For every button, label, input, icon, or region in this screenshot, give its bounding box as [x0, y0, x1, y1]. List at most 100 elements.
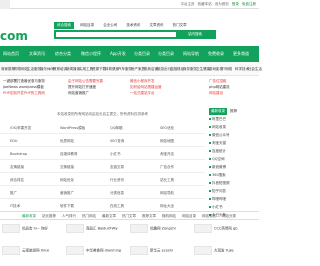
nav-item[interactable]: 综合分类: [55, 51, 71, 57]
grid-cell[interactable]: SEO优化: [160, 126, 174, 131]
footer-tab[interactable]: 随机网站: [162, 214, 176, 219]
top-link-sethome[interactable]: 设为首页: [215, 2, 229, 6]
grid-cell[interactable]: 网站优化: [60, 178, 74, 183]
subnav-item[interactable]: IT网络: [222, 67, 232, 72]
list-item[interactable]: 淘宝天猫: [209, 139, 259, 147]
subnav-item[interactable]: 汽车服务: [118, 67, 132, 72]
footer-tab[interactable]: 热门文章: [122, 214, 136, 219]
grid-cell[interactable]: EDU: [10, 139, 17, 143]
nav-item[interactable]: 网站导航: [183, 51, 199, 57]
footer-tab[interactable]: 最新收录: [22, 214, 36, 219]
news-item[interactable]: 一站式建站平台: [130, 90, 162, 96]
nav-item[interactable]: 分类目录: [134, 51, 150, 57]
search-tab-company[interactable]: 企业公司: [100, 22, 120, 29]
subnav-item[interactable]: 社会生活: [248, 67, 262, 72]
grid-cell[interactable]: 小红书: [110, 152, 121, 157]
site-logo-icon[interactable]: [0, 0, 10, 9]
nav-item[interactable]: 更多频道: [233, 51, 249, 57]
subnav-item[interactable]: 体育健身: [105, 67, 119, 72]
list-item[interactable]: 阿里巴巴: [209, 115, 259, 123]
grid-cell[interactable]: 交换链接: [60, 165, 74, 170]
search-input[interactable]: [58, 33, 176, 38]
subnav-item[interactable]: 商务服务: [183, 67, 197, 72]
subnav-item[interactable]: 新闻媒体: [66, 67, 80, 72]
nav-item[interactable]: 免费收录: [208, 51, 224, 57]
brand-item[interactable]: 中华美食网 dianming: [66, 246, 121, 255]
subnav-item[interactable]: 卫生健康: [196, 67, 210, 72]
brand-item[interactable]: 优趣网 Zongzhi: [130, 224, 176, 233]
grid-cell[interactable]: 分类信息: [110, 191, 124, 196]
grid-cell[interactable]: 网址大全: [160, 204, 174, 209]
subnav-item[interactable]: 商家推荐: [1, 67, 15, 72]
grid-cell[interactable]: 行业资讯: [110, 178, 124, 183]
search-button[interactable]: 站内搜索: [176, 32, 214, 37]
right-tab-latest[interactable]: 最新收录: [209, 108, 227, 115]
footer-tab[interactable]: 站长推荐: [42, 214, 56, 219]
grid-cell[interactable]: Bootstrap: [10, 152, 27, 156]
grid-cell[interactable]: 网站导航: [160, 191, 174, 196]
right-tab-recommend[interactable]: 推荐: [228, 108, 239, 115]
news-item[interactable]: 网站营销推广: [68, 90, 103, 96]
site-logo-text[interactable]: com: [0, 29, 28, 43]
nav-item[interactable]: 微信小程序: [81, 51, 101, 57]
grid-cell[interactable]: 广告合作: [160, 165, 174, 170]
grid-cell[interactable]: QQ邮箱: [110, 126, 123, 131]
news-item[interactable]: 网站建设: [209, 90, 230, 96]
list-item[interactable]: 百度统计: [209, 147, 259, 155]
grid-cell[interactable]: WordPress模板: [60, 126, 85, 131]
search-tab-dir[interactable]: 网站目录: [77, 22, 97, 29]
search-tab-hot[interactable]: 热门文章: [170, 22, 190, 29]
grid-cell[interactable]: 推广: [10, 191, 17, 196]
grid-cell[interactable]: 淘宝开店: [160, 152, 174, 157]
list-item[interactable]: 新浪微博: [209, 163, 259, 171]
brand-item[interactable]: 优品会 hi~ 你好: [2, 224, 48, 233]
nav-item[interactable]: 网站首页: [3, 51, 19, 57]
subnav-item[interactable]: 科学技术: [235, 67, 249, 72]
grid-cell[interactable]: iOS/苹果开发: [10, 126, 31, 131]
grid-cell[interactable]: 网站地图: [160, 139, 174, 144]
list-item[interactable]: QQ空间: [209, 155, 259, 163]
top-link-favorite[interactable]: 收藏本站: [198, 2, 212, 6]
footer-tab[interactable]: 最新文章: [102, 214, 116, 219]
brand-item[interactable]: 云南旅游网 Xinxi: [2, 246, 49, 255]
nav-item[interactable]: 文章资讯: [29, 51, 45, 57]
grid-cell[interactable]: 优质网站: [60, 139, 74, 144]
list-item[interactable]: 小红书: [209, 203, 259, 211]
footer-tab[interactable]: 热门网站: [82, 214, 96, 219]
footer-tab[interactable]: 网站导航: [202, 214, 216, 219]
news-item[interactable]: PHP定制开发PHP的工具网: [3, 90, 45, 96]
grid-cell[interactable]: 站长工具: [160, 178, 174, 183]
grid-cell[interactable]: 软件下载: [60, 204, 74, 209]
grid-cell[interactable]: 自媒体教育: [60, 152, 78, 157]
subnav-item[interactable]: 购物网站: [14, 67, 28, 72]
grid-cell[interactable]: 营销推广: [60, 191, 74, 196]
subnav-item[interactable]: 生活服务: [27, 67, 41, 72]
top-link-login[interactable]: 登录: [232, 2, 239, 6]
grid-cell[interactable]: 友情链接: [10, 165, 24, 170]
top-link-register[interactable]: 免费注册: [242, 2, 256, 6]
list-item[interactable]: 哔哩哔哩: [209, 195, 259, 203]
subnav-item[interactable]: 电商店铺: [144, 67, 158, 72]
list-item[interactable]: 360搜索: [209, 171, 259, 179]
list-item[interactable]: 知乎问答: [209, 187, 259, 195]
subnav-item[interactable]: 教育培训: [53, 67, 67, 72]
nav-item[interactable]: App开发: [110, 51, 126, 57]
grid-cell[interactable]: 在线工具: [110, 204, 124, 209]
brand-item[interactable]: 商品汇 BaiduOhMy: [66, 224, 118, 233]
subnav-item[interactable]: 旅游出行: [157, 67, 171, 72]
nav-item[interactable]: 分类目录: [158, 51, 174, 57]
grid-cell[interactable]: 综合排名: [10, 178, 24, 183]
footer-tab[interactable]: 网站目录: [182, 214, 196, 219]
search-tab-tech[interactable]: 技术资讯: [123, 22, 143, 29]
search-tab-article[interactable]: 文章资讯: [147, 22, 167, 29]
subnav-item[interactable]: 实用工具: [79, 67, 93, 72]
brand-item[interactable]: 新华云 eceshi: [130, 246, 173, 255]
grid-cell[interactable]: IT技术: [10, 204, 20, 209]
subnav-item[interactable]: 资源下载: [92, 67, 106, 72]
subnav-item[interactable]: 金融财经: [170, 67, 184, 72]
search-tab-all[interactable]: 综合搜索: [54, 22, 74, 29]
footer-tab[interactable]: 人气排行: [62, 214, 76, 219]
list-item[interactable]: 抖音短视频: [209, 179, 259, 187]
footer-tab[interactable]: 网站分类: [222, 214, 236, 219]
grid-cell[interactable]: SEO查询: [110, 139, 124, 144]
